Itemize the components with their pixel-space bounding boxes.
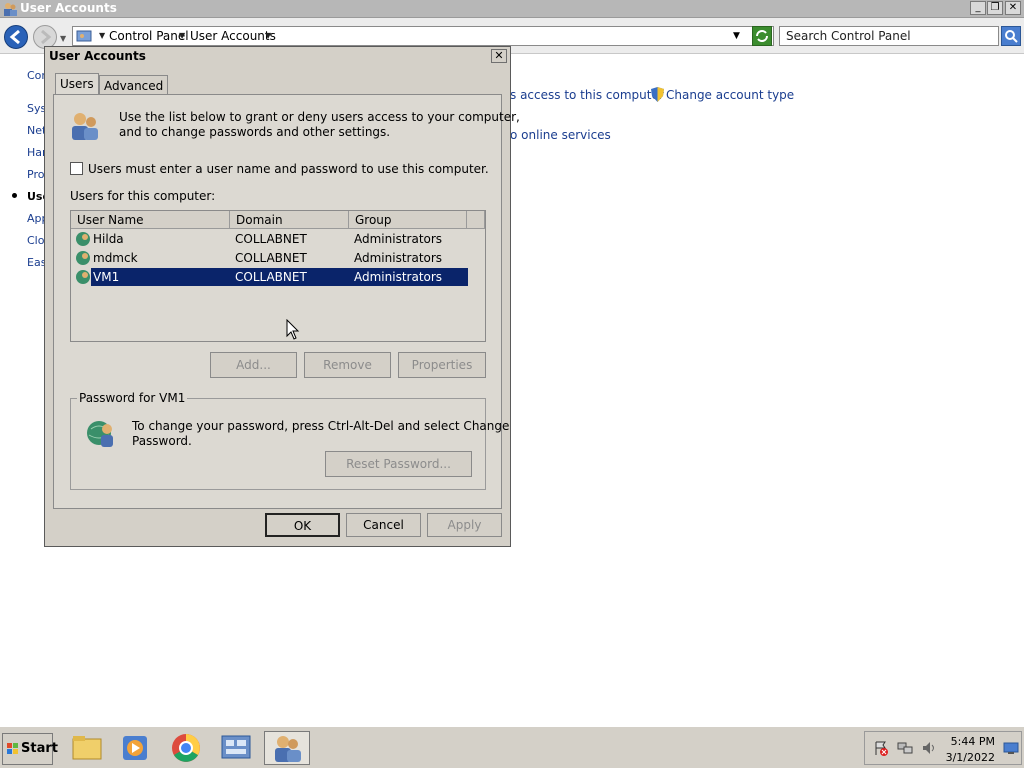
action-center-flag-icon[interactable]: [873, 740, 889, 756]
clock-date[interactable]: 3/1/2022: [943, 751, 995, 764]
taskbar-explorer[interactable]: [67, 731, 107, 765]
tab-advanced[interactable]: Advanced: [99, 75, 169, 95]
online-services-link[interactable]: o online services: [510, 128, 611, 142]
chevron-down-icon[interactable]: ▼: [265, 31, 271, 40]
left-nav-item[interactable]: Pro: [27, 168, 44, 181]
user-accounts-dialog: User Accounts ✕ Users Advanced Use the l…: [44, 46, 520, 547]
window-title: User Accounts: [20, 1, 117, 15]
taskbar-media-player[interactable]: [115, 731, 155, 765]
back-button[interactable]: [4, 25, 28, 49]
group-cell: Administrators: [354, 251, 443, 265]
server-manager-icon: [221, 735, 251, 759]
taskbar-server-manager[interactable]: [216, 731, 256, 765]
column-header-group[interactable]: Group: [349, 211, 467, 229]
search-icon: [1005, 30, 1018, 43]
dialog-close-button[interactable]: ✕: [491, 49, 507, 63]
user-globe-icon: [87, 421, 113, 447]
close-button[interactable]: ✕: [1005, 1, 1021, 15]
refresh-button[interactable]: [752, 26, 772, 46]
taskbar: Start 5:44 PM 3/1/2022: [0, 726, 1024, 768]
minimize-button[interactable]: _: [970, 1, 986, 15]
user-globe-icon: [76, 251, 90, 265]
taskbar-user-accounts[interactable]: [264, 731, 310, 765]
windows-logo-icon: [7, 743, 18, 754]
maximize-button[interactable]: ❐: [987, 1, 1003, 15]
users-listview[interactable]: User Name Domain Group Hilda COLLABNET A…: [70, 210, 486, 342]
domain-cell: COLLABNET: [235, 251, 307, 265]
require-password-checkbox[interactable]: [70, 162, 83, 175]
users-list-label: Users for this computer:: [70, 189, 216, 203]
column-header-filler: [467, 211, 485, 229]
user-accounts-icon: [4, 3, 17, 16]
user-name-cell: mdmck: [93, 251, 138, 265]
left-nav-item[interactable]: Clo: [27, 234, 44, 247]
password-groupbox: Password for VM1 To change your password…: [70, 391, 509, 490]
user-globe-icon: [76, 270, 90, 284]
system-tray: 5:44 PM 3/1/2022: [864, 731, 1022, 765]
window-titlebar: User Accounts _ ❐ ✕: [0, 0, 1024, 18]
require-password-label[interactable]: Users must enter a user name and passwor…: [88, 162, 489, 176]
dialog-titlebar: User Accounts ✕: [45, 47, 510, 65]
network-icon[interactable]: [897, 740, 913, 756]
table-row-selected[interactable]: VM1 COLLABNET Administrators: [91, 268, 468, 286]
breadcrumb-user-accounts[interactable]: User Accounts: [190, 29, 276, 43]
cancel-button[interactable]: Cancel: [346, 513, 421, 537]
group-cell: Administrators: [354, 232, 443, 246]
folder-icon: [72, 736, 102, 760]
mouse-cursor-icon: [286, 319, 300, 340]
uac-shield-icon: [651, 87, 664, 102]
tab-users[interactable]: Users: [55, 73, 99, 95]
user-accounts-icon: [275, 736, 301, 762]
search-input[interactable]: Search Control Panel: [779, 26, 999, 46]
recent-pages-dropdown-icon[interactable]: ▼: [60, 34, 66, 43]
password-text-line1: To change your password, press Ctrl-Alt-…: [132, 419, 510, 433]
clock-time[interactable]: 5:44 PM: [943, 735, 995, 748]
add-user-button[interactable]: Add...: [210, 352, 297, 378]
table-row[interactable]: Hilda COLLABNET Administrators: [91, 230, 468, 248]
refresh-icon: [756, 30, 768, 42]
active-bullet: [12, 193, 17, 198]
chrome-icon: [172, 734, 200, 762]
user-name-cell: Hilda: [93, 232, 124, 246]
back-arrow-icon: [9, 29, 20, 45]
user-name-cell: VM1: [93, 270, 120, 284]
chevron-down-icon[interactable]: ▼: [179, 31, 185, 40]
dialog-title: User Accounts: [49, 49, 146, 63]
domain-cell: COLLABNET: [235, 232, 307, 246]
intro-text-line1: Use the list below to grant or deny user…: [119, 110, 520, 124]
control-panel-icon: [76, 30, 92, 42]
password-group-label: Password for VM1: [77, 391, 188, 405]
access-link[interactable]: s access to this computer: [510, 88, 664, 102]
breadcrumb-control-panel[interactable]: Control Panel: [109, 29, 189, 43]
search-button[interactable]: [1001, 26, 1021, 46]
properties-button[interactable]: Properties: [398, 352, 486, 378]
show-desktop-icon[interactable]: [1003, 740, 1019, 756]
change-account-type-link[interactable]: Change account type: [666, 88, 794, 102]
forward-arrow-icon: [41, 29, 52, 45]
reset-password-button[interactable]: Reset Password...: [325, 451, 472, 477]
column-header-domain[interactable]: Domain: [230, 211, 349, 229]
table-row[interactable]: mdmck COLLABNET Administrators: [91, 249, 468, 267]
remove-user-button[interactable]: Remove: [304, 352, 391, 378]
start-label: Start: [21, 741, 58, 756]
start-button[interactable]: Start: [2, 733, 58, 765]
password-text-line2: Password.: [132, 434, 192, 448]
taskbar-chrome[interactable]: [166, 731, 206, 765]
media-player-icon: [123, 736, 147, 760]
intro-text-line2: and to change passwords and other settin…: [119, 125, 391, 139]
apply-button[interactable]: Apply: [427, 513, 502, 537]
chevron-down-icon[interactable]: ▼: [99, 31, 105, 40]
listview-header: User Name Domain Group: [71, 211, 485, 229]
group-cell: Administrators: [354, 270, 443, 284]
domain-cell: COLLABNET: [235, 270, 307, 284]
users-icon: [72, 113, 98, 140]
ok-button[interactable]: OK: [265, 513, 340, 537]
address-dropdown-icon[interactable]: ▼: [733, 31, 740, 41]
address-box[interactable]: ▼ Control Panel ▼ User Accounts ▼ ▼: [72, 26, 774, 46]
user-globe-icon: [76, 232, 90, 246]
volume-icon[interactable]: [921, 740, 937, 756]
column-header-user-name[interactable]: User Name: [71, 211, 230, 229]
